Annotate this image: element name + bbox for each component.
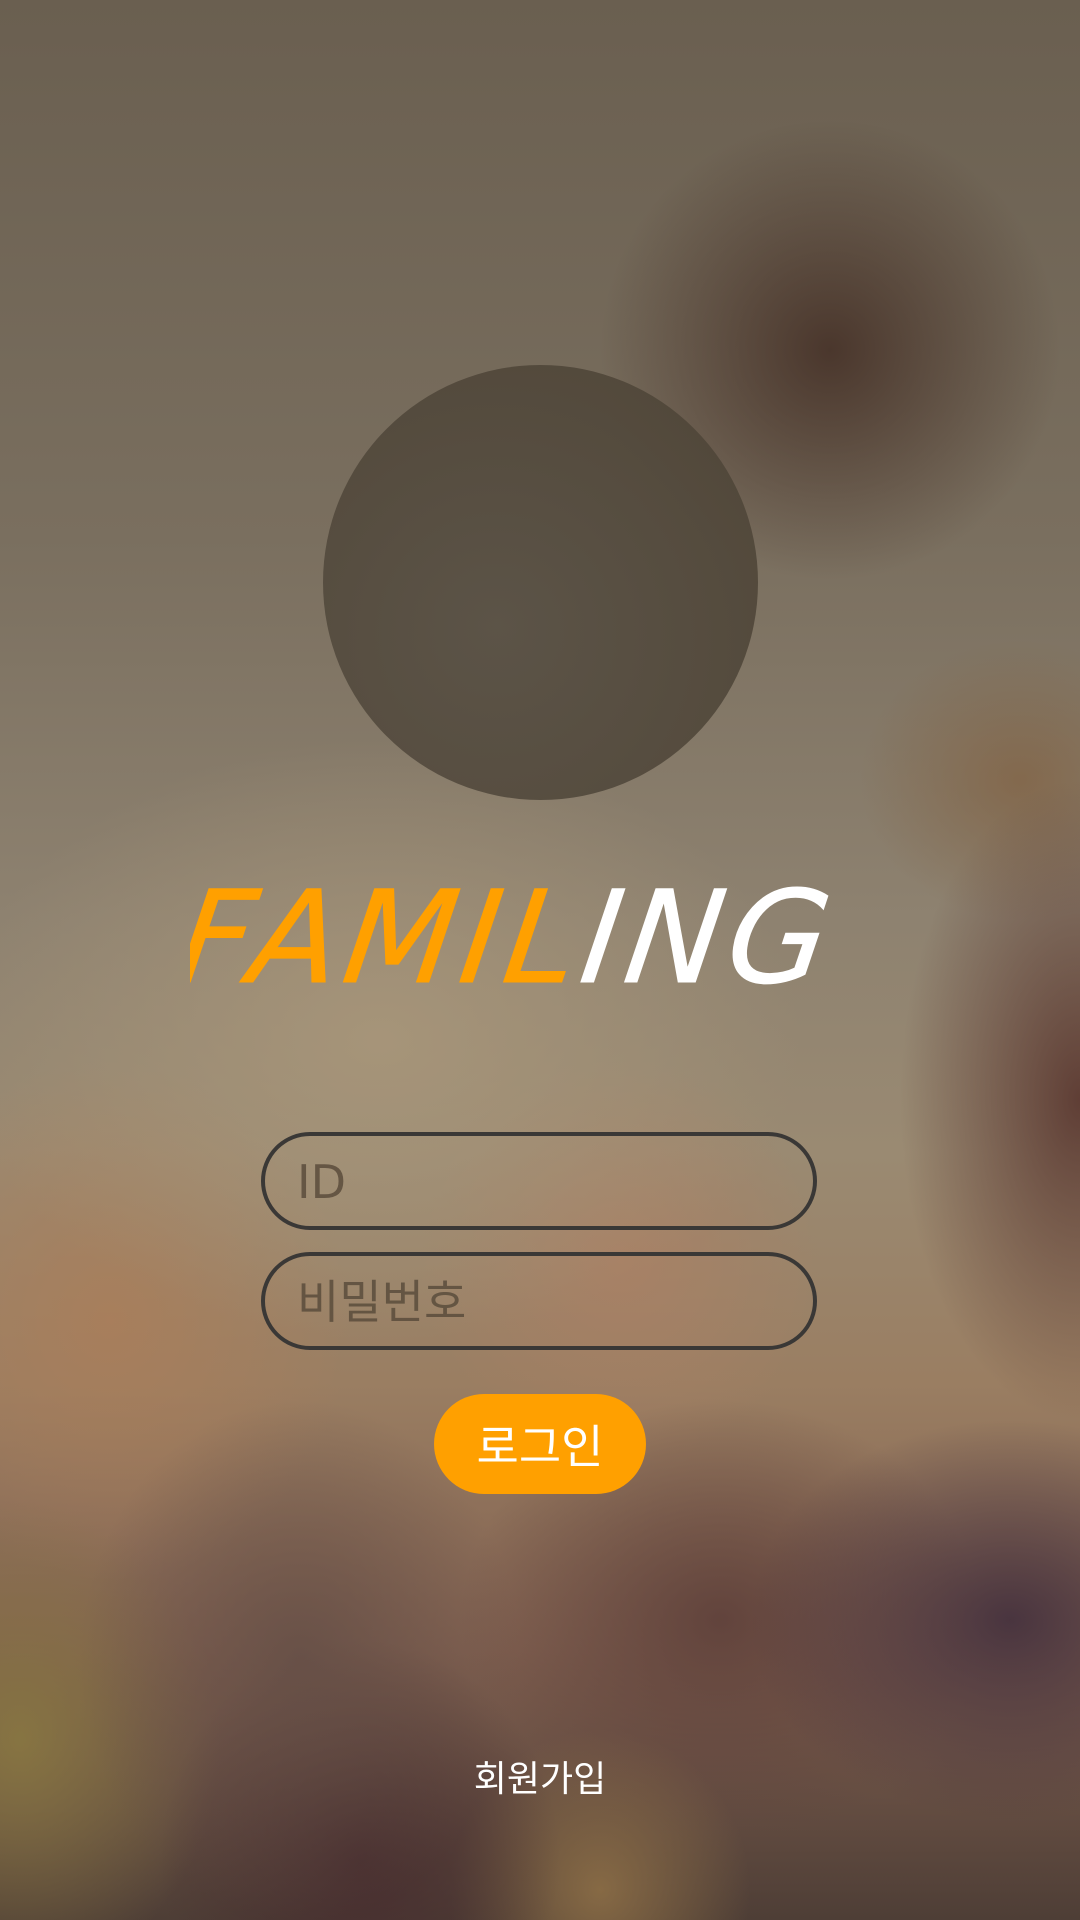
logo-text-white: ING — [573, 870, 845, 1000]
signup-link[interactable]: 회원가입 — [0, 1750, 1080, 1802]
login-button[interactable]: 로그인 — [434, 1394, 646, 1494]
password-input[interactable] — [295, 1256, 779, 1348]
logo-text-orange: FAMIL — [190, 870, 594, 1000]
app-logo: FAMILING — [169, 864, 890, 1013]
password-field[interactable] — [261, 1252, 817, 1350]
id-input[interactable] — [295, 1136, 779, 1228]
profile-image-placeholder — [323, 365, 758, 800]
id-field[interactable] — [261, 1132, 817, 1230]
svg-text:FAMILING: FAMILING — [190, 870, 845, 1000]
